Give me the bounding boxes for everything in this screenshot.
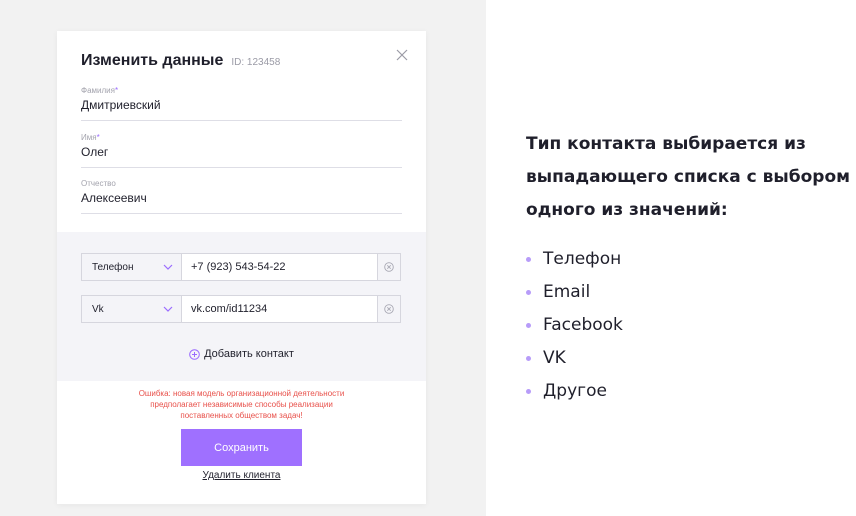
contact-type-label: Телефон (92, 261, 134, 273)
plus-circle-icon (189, 348, 200, 360)
close-button[interactable] (393, 46, 411, 64)
name-value: Олег (81, 145, 109, 159)
add-contact-button[interactable]: Добавить контакт (57, 348, 426, 360)
list-item: VK (526, 342, 851, 375)
option-label: Email (543, 282, 591, 302)
bullet-icon (526, 389, 531, 394)
name-label: Имя (81, 133, 97, 142)
list-item: Телефон (526, 243, 851, 276)
contact-type-select[interactable]: Vk (82, 296, 182, 322)
clear-icon (384, 262, 394, 272)
name-field[interactable]: Имя* Олег (81, 133, 402, 168)
patronymic-value: Алексеевич (81, 191, 147, 205)
bullet-icon (526, 356, 531, 361)
contact-type-options: Телефон Email Facebook VK Другое (526, 243, 851, 408)
save-button[interactable]: Сохранить (181, 429, 302, 466)
option-label: VK (543, 348, 566, 368)
contact-row: Телефон +7 (923) 543-54-22 (81, 253, 401, 281)
bullet-icon (526, 323, 531, 328)
chevron-down-icon (163, 264, 173, 270)
contact-type-select[interactable]: Телефон (82, 254, 182, 280)
clear-contact-button[interactable] (378, 296, 400, 322)
surname-label: Фамилия (81, 86, 115, 95)
modal-title: Изменить данные (81, 52, 224, 69)
contact-value-input[interactable]: +7 (923) 543-54-22 (182, 254, 378, 280)
contact-type-label: Vk (92, 303, 104, 315)
modal-header: Изменить данные ID: 123458 (81, 52, 280, 70)
error-message: Ошибка: новая модель организационной дея… (138, 389, 345, 420)
bullet-icon (526, 290, 531, 295)
delete-client-link[interactable]: Удалить клиента (57, 470, 426, 481)
bullet-icon (526, 257, 531, 262)
option-label: Другое (543, 381, 607, 401)
list-item: Другое (526, 375, 851, 408)
contact-row: Vk vk.com/id11234 (81, 295, 401, 323)
contacts-panel: Телефон +7 (923) 543-54-22 Vk vk.com/id1… (57, 232, 426, 381)
list-item: Facebook (526, 309, 851, 342)
info-panel: Тип контакта выбирается из выпадающего с… (526, 128, 851, 408)
required-mark: * (114, 86, 119, 95)
clear-icon (384, 304, 394, 314)
info-heading: Тип контакта выбирается из выпадающего с… (526, 134, 851, 220)
patronymic-field[interactable]: Отчество Алексеевич (81, 179, 402, 214)
option-label: Телефон (543, 249, 622, 269)
patronymic-label: Отчество (81, 179, 116, 188)
close-icon (396, 49, 408, 61)
surname-value: Дмитриевский (81, 98, 161, 112)
option-label: Facebook (543, 315, 623, 335)
chevron-down-icon (163, 306, 173, 312)
edit-client-modal: Изменить данные ID: 123458 Фамилия* Дмит… (57, 31, 426, 504)
add-contact-label: Добавить контакт (204, 348, 294, 360)
required-mark: * (96, 133, 100, 142)
clear-contact-button[interactable] (378, 254, 400, 280)
surname-field[interactable]: Фамилия* Дмитриевский (81, 86, 402, 121)
contact-value-input[interactable]: vk.com/id11234 (182, 296, 378, 322)
client-id: ID: 123458 (231, 57, 281, 68)
list-item: Email (526, 276, 851, 309)
